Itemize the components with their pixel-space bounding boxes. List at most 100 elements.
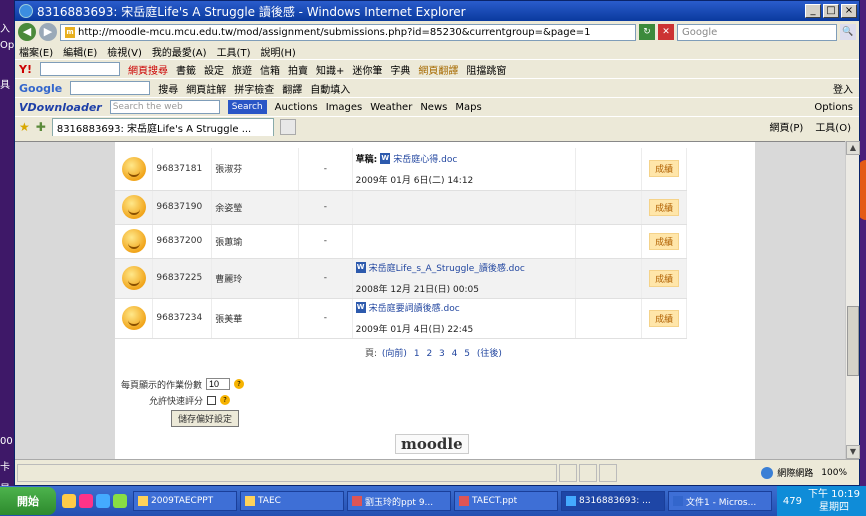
- google-item-translate[interactable]: 翻譯: [282, 81, 302, 96]
- task-2009taecppt[interactable]: 2009TAECPPT: [133, 491, 237, 511]
- favorites-star-icon[interactable]: ★: [19, 120, 30, 134]
- quick-launch-icon[interactable]: [79, 494, 93, 508]
- yahoo-item-search[interactable]: 網頁搜尋: [128, 62, 168, 77]
- submission-file[interactable]: 草稿: W 宋岳庭心得.doc: [356, 152, 572, 165]
- menu-file[interactable]: 檔案(E): [19, 44, 53, 59]
- yahoo-item-mininote[interactable]: 迷你筆: [352, 62, 382, 77]
- task-taec[interactable]: TAEC: [240, 491, 344, 511]
- yahoo-item-travel[interactable]: 旅遊: [232, 62, 252, 77]
- student-name[interactable]: 曹麗玲: [211, 258, 300, 299]
- grade-button[interactable]: 成績: [649, 198, 680, 216]
- new-tab-button[interactable]: [279, 118, 296, 135]
- go-button[interactable]: ↻: [639, 24, 655, 40]
- file-link[interactable]: 宋岳庭心得.doc: [393, 152, 457, 165]
- quick-launch-icon[interactable]: [96, 494, 110, 508]
- zoom-level[interactable]: 100%: [821, 468, 859, 478]
- start-button[interactable]: 開始: [0, 487, 56, 515]
- quick-grade-checkbox[interactable]: [207, 395, 217, 405]
- tray-count[interactable]: 479: [783, 496, 802, 507]
- task-ie[interactable]: 8316883693: ...: [561, 491, 665, 511]
- pager-page-1[interactable]: 1: [414, 349, 420, 359]
- student-name[interactable]: 張美華: [211, 298, 300, 339]
- user-avatar[interactable]: [121, 195, 146, 219]
- vd-item-maps[interactable]: Maps: [455, 102, 481, 113]
- grade-button[interactable]: 成績: [649, 269, 680, 287]
- add-favorite-icon[interactable]: ✚: [36, 120, 46, 134]
- task-ppt-1[interactable]: 劉玉玲的ppt 9...: [347, 491, 451, 511]
- quick-launch-icon[interactable]: [113, 494, 127, 508]
- tools-menu[interactable]: 工具(O): [815, 119, 859, 134]
- user-avatar[interactable]: [121, 229, 146, 253]
- search-input[interactable]: Google: [677, 23, 837, 41]
- google-item-search[interactable]: 搜尋: [158, 81, 178, 96]
- vd-item-news[interactable]: News: [420, 102, 447, 113]
- vd-search-button[interactable]: Search: [227, 100, 267, 114]
- pager-next[interactable]: (往後): [477, 349, 502, 359]
- quick-launch-icon[interactable]: [62, 494, 76, 508]
- google-search-input[interactable]: [70, 81, 151, 95]
- menu-help[interactable]: 說明(H): [260, 44, 295, 59]
- google-item-annotate[interactable]: 網頁註解: [186, 81, 226, 96]
- yahoo-item-popup-block[interactable]: 阻擋跳窗: [466, 62, 506, 77]
- google-item-autofill[interactable]: 自動填入: [310, 81, 350, 96]
- pager-prev[interactable]: (向前): [382, 349, 407, 359]
- vd-item-images[interactable]: Images: [326, 102, 363, 113]
- pager-page-3[interactable]: 3: [439, 349, 445, 359]
- close-button[interactable]: ×: [841, 4, 857, 18]
- grade-button[interactable]: 成績: [649, 232, 680, 250]
- yahoo-item-settings[interactable]: 設定: [204, 62, 224, 77]
- user-avatar[interactable]: [121, 306, 146, 330]
- moodle-logo[interactable]: moodle: [395, 434, 469, 454]
- search-icon[interactable]: 🔍: [840, 24, 856, 40]
- scroll-up-icon[interactable]: ▲: [846, 141, 860, 155]
- vd-options[interactable]: Options: [814, 102, 859, 113]
- user-avatar[interactable]: [121, 156, 146, 181]
- help-icon[interactable]: ?: [234, 379, 245, 389]
- student-name[interactable]: 余姿瑩: [211, 190, 300, 225]
- back-button[interactable]: ◀: [18, 23, 36, 41]
- task-ppt-2[interactable]: TAECT.ppt: [454, 491, 558, 511]
- page-menu[interactable]: 網頁(P): [769, 119, 809, 134]
- menu-view[interactable]: 檢視(V): [107, 44, 142, 59]
- yahoo-item-translate[interactable]: 網頁翻譯: [418, 62, 458, 77]
- vdownloader-logo[interactable]: VDownloader: [19, 101, 102, 114]
- grade-button[interactable]: 成績: [649, 309, 680, 327]
- vertical-scrollbar[interactable]: ▲ ▼: [845, 141, 860, 459]
- menu-tools[interactable]: 工具(T): [217, 44, 251, 59]
- pager-page-2[interactable]: 2: [426, 349, 432, 359]
- yahoo-logo[interactable]: Y!: [19, 63, 32, 76]
- forward-button[interactable]: ▶: [39, 23, 57, 41]
- save-preferences-button[interactable]: 儲存偏好設定: [171, 410, 240, 427]
- grade-button[interactable]: 成績: [649, 160, 680, 178]
- maximize-button[interactable]: □: [823, 4, 839, 18]
- submission-file[interactable]: W 宋岳庭要詞讀後感.doc: [355, 301, 572, 314]
- vd-item-weather[interactable]: Weather: [370, 102, 412, 113]
- menu-favorites[interactable]: 我的最愛(A): [152, 44, 207, 59]
- clock[interactable]: 下午 10:19 星期四: [808, 488, 860, 514]
- scroll-down-icon[interactable]: ▼: [846, 445, 860, 459]
- student-name[interactable]: 張淑芬: [211, 148, 300, 191]
- stop-icon[interactable]: ✕: [658, 24, 674, 40]
- yahoo-item-bookmarks[interactable]: 書籤: [176, 62, 196, 77]
- submission-file[interactable]: W 宋岳庭Life_s_A_Struggle_讀後感.doc: [355, 261, 572, 274]
- address-bar[interactable]: m http://moodle-mcu.mcu.edu.tw/mod/assig…: [60, 23, 636, 41]
- minimize-button[interactable]: _: [805, 4, 821, 18]
- google-item-spellcheck[interactable]: 拼字檢查: [234, 81, 274, 96]
- yahoo-item-dictionary[interactable]: 字典: [390, 62, 410, 77]
- pager-page-4[interactable]: 4: [452, 349, 458, 359]
- security-zone[interactable]: 網際網路: [761, 466, 821, 479]
- vd-search-input[interactable]: Search the web: [109, 100, 220, 114]
- file-link[interactable]: 宋岳庭要詞讀後感.doc: [369, 301, 460, 314]
- vd-item-auctions[interactable]: Auctions: [275, 102, 318, 113]
- yahoo-item-mail[interactable]: 信箱: [260, 62, 280, 77]
- pager-page-5[interactable]: 5: [464, 349, 470, 359]
- user-avatar[interactable]: [121, 266, 146, 290]
- yahoo-search-input[interactable]: [39, 62, 120, 76]
- yahoo-item-knowledge[interactable]: 知識+: [316, 62, 344, 77]
- task-word[interactable]: 文件1 - Micros...: [668, 491, 772, 511]
- per-page-input[interactable]: [206, 378, 231, 390]
- menu-edit[interactable]: 編輯(E): [63, 44, 97, 59]
- student-name[interactable]: 張蕙瑜: [211, 224, 300, 259]
- tab-current[interactable]: 8316883693: 宋岳庭Life's A Struggle ...: [51, 117, 274, 136]
- scroll-thumb[interactable]: [847, 306, 859, 376]
